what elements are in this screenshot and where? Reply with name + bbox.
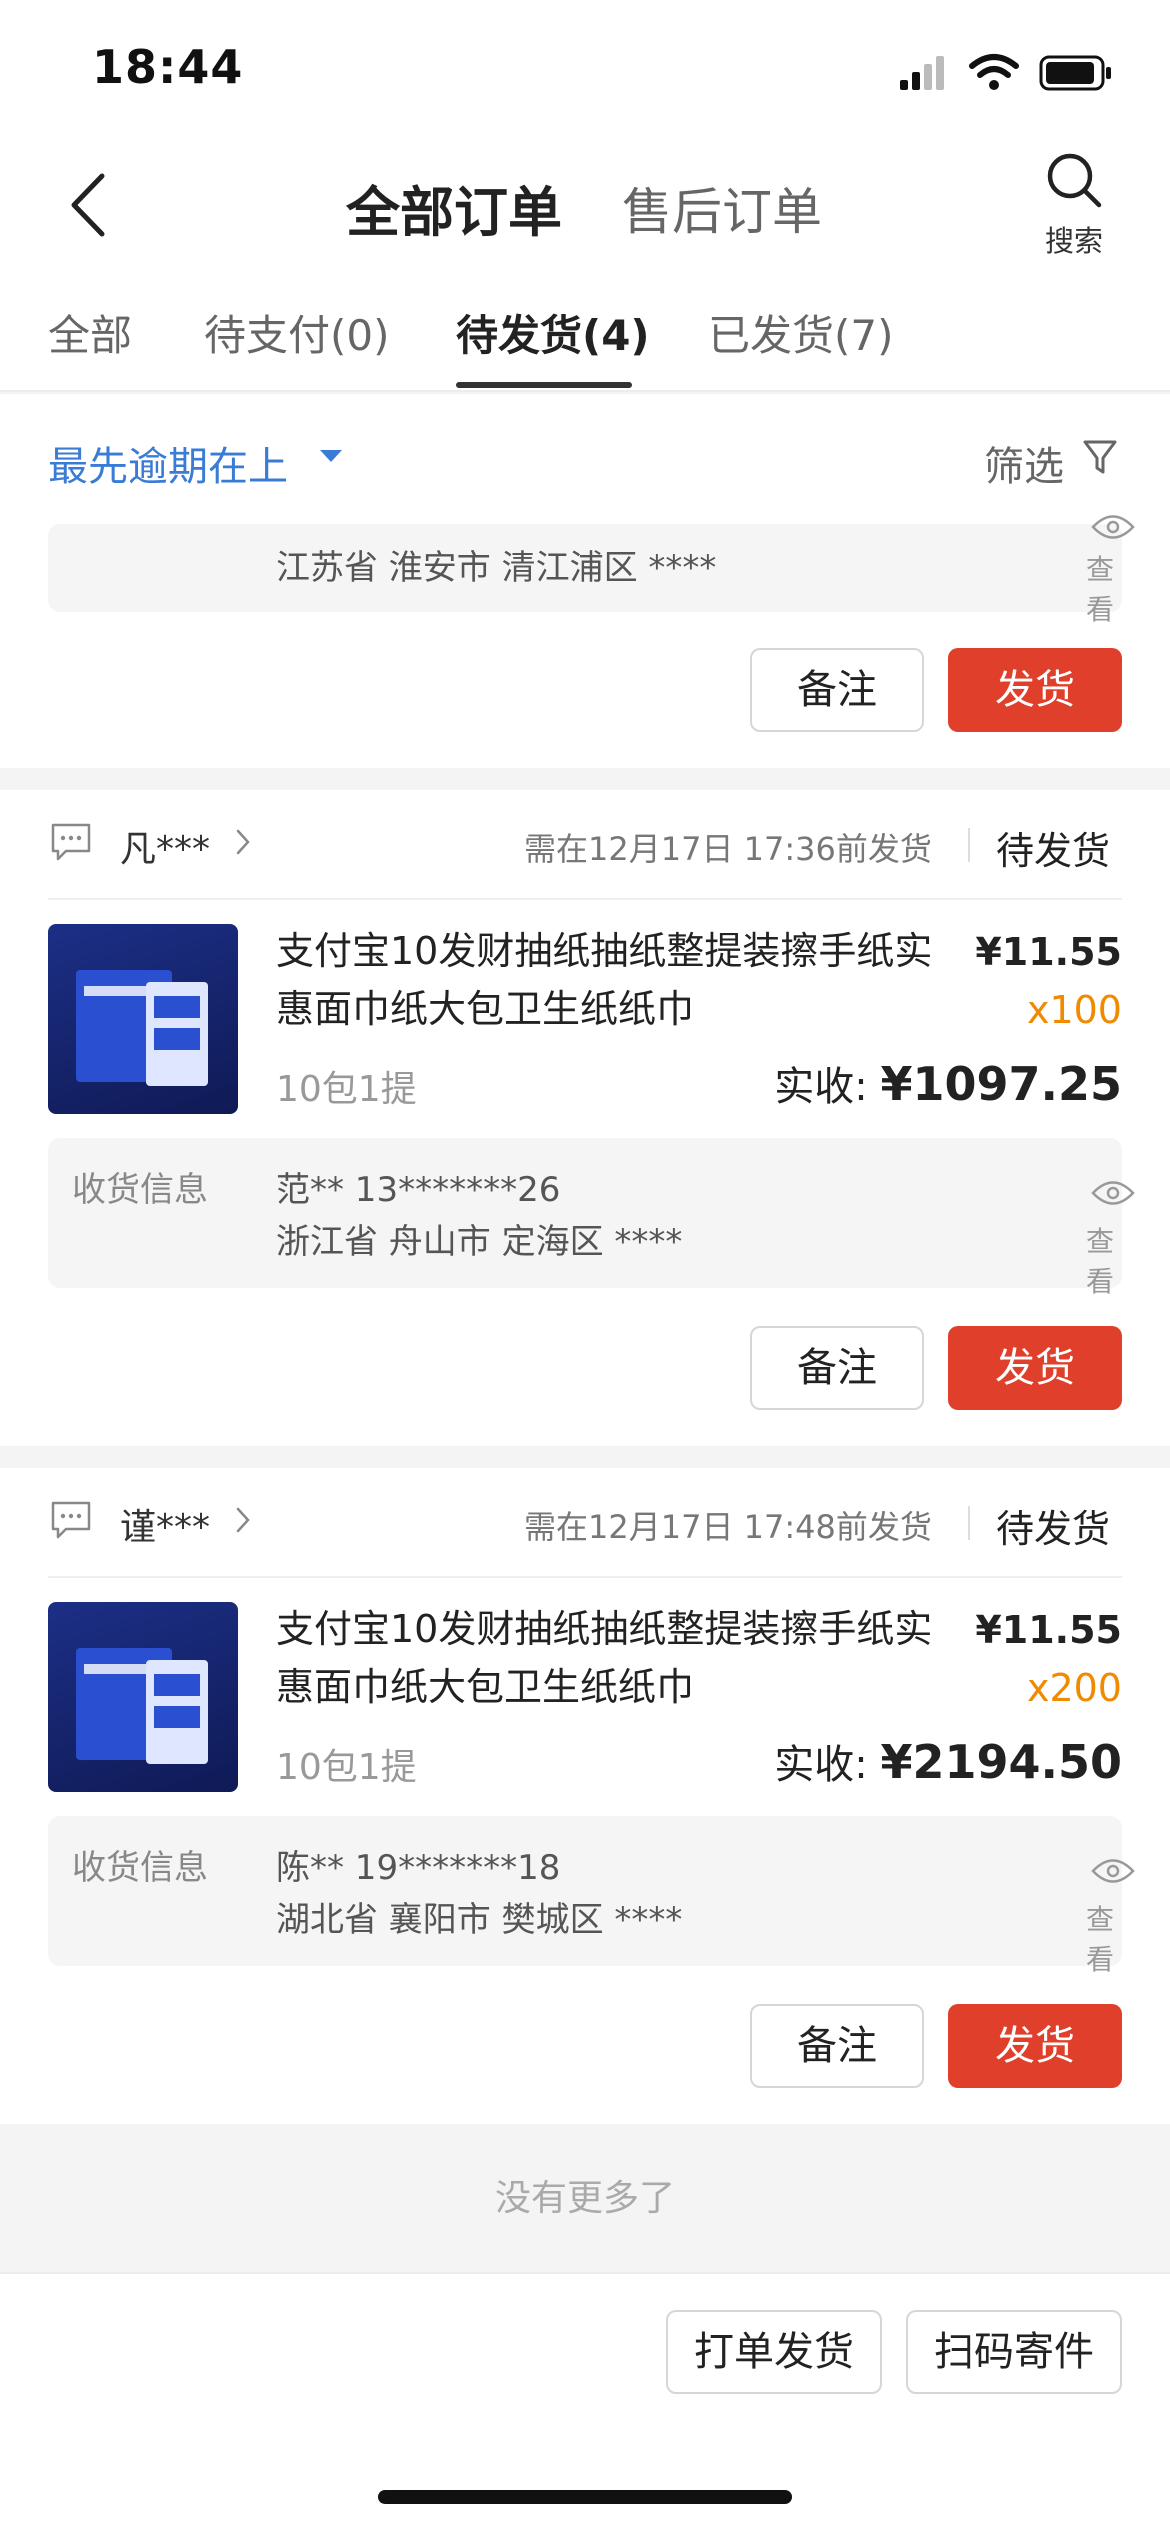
tab-all[interactable]: 全部 [48,302,132,363]
status-time: 18:44 [92,40,244,94]
note-button[interactable]: 备注 [750,2004,924,2088]
shipping-info-box: 收货信息 范** 13*******26 浙江省 舟山市 定海区 **** 查看 [48,1138,1135,1298]
sort-dropdown[interactable]: 最先逾期在上 [48,434,288,492]
product-thumbnail[interactable] [48,924,238,1114]
search-icon [1047,153,1102,208]
paid-amount: 实收: ¥2194.50 [774,1732,1122,1790]
product-qty: x200 [1026,1666,1122,1710]
view-label[interactable]: 查看 [1086,1220,1122,1300]
header: 18:44 全部订单 售后订单 搜索 全部 待支付(0) 待发货(4) 已发货(… [0,0,1170,392]
eye-icon[interactable] [1090,1856,1136,1886]
caret-down-icon[interactable] [320,450,342,462]
chevron-right-icon[interactable] [234,1506,252,1534]
ship-button[interactable]: 发货 [948,1326,1122,1410]
print-ship-button[interactable]: 打单发货 [666,2310,882,2394]
buyer-name[interactable]: 谨*** [120,1498,210,1550]
tab-all-orders[interactable]: 全部订单 [346,168,562,247]
wifi-icon [969,54,1019,90]
receiver-contact: 范** 13*******26 [276,1170,561,1210]
buyer-name[interactable]: 凡*** [120,820,210,872]
paid-value: ¥1097.25 [880,1057,1122,1111]
order-status: 待发货 [996,1507,1111,1551]
order-status: 待发货 [996,829,1111,873]
ship-deadline: 需在12月17日 17:36前发货 [524,830,932,868]
status-icons [900,54,1111,91]
divider [968,1506,970,1540]
view-label[interactable]: 查看 [1086,1898,1122,1978]
note-button[interactable]: 备注 [750,1326,924,1410]
order-card: 凡*** 需在12月17日 17:36前发货 待发货 支付宝10发财抽纸抽纸整提… [0,790,1170,1446]
product-spec: 10包1提 [276,1069,417,1110]
chevron-right-icon[interactable] [234,828,252,856]
note-button[interactable]: 备注 [750,648,924,732]
shipping-address: 江苏省 淮安市 清江浦区 **** [276,548,717,588]
product-title[interactable]: 支付宝10发财抽纸抽纸整提装擦手纸实惠面巾纸大包卫生纸纸巾 [276,1600,936,1716]
divider [968,828,970,862]
product-price: ¥11.55 [975,930,1122,974]
order-card-partial: 江苏省 淮安市 清江浦区 **** 查看 备注 发货 [0,515,1170,768]
shipping-info-box: 江苏省 淮安市 清江浦区 **** 查看 [48,515,1135,626]
shipping-info-box: 收货信息 陈** 19*******18 湖北省 襄阳市 樊城区 **** 查看 [48,1816,1135,1976]
receiver-contact: 陈** 19*******18 [276,1848,561,1888]
paid-label: 实收: [774,1742,868,1788]
eye-icon[interactable] [1090,1178,1136,1208]
paid-amount: 实收: ¥1097.25 [774,1054,1122,1112]
tab-after-sales[interactable]: 售后订单 [622,172,822,244]
active-tab-indicator [456,382,632,388]
product-price: ¥11.55 [975,1608,1122,1652]
product-qty: x100 [1026,988,1122,1032]
shipping-address: 湖北省 襄阳市 樊城区 **** [276,1900,683,1940]
product-thumbnail[interactable] [48,1602,238,1792]
scan-send-button[interactable]: 扫码寄件 [906,2310,1122,2394]
filter-button[interactable]: 筛选 [984,434,1064,492]
filter-icon[interactable] [1082,438,1118,478]
ship-button[interactable]: 发货 [948,648,1122,732]
chat-icon[interactable] [50,1500,92,1540]
tab-shipped[interactable]: 已发货(7) [708,302,894,363]
ship-button[interactable]: 发货 [948,2004,1122,2088]
back-icon[interactable] [64,170,114,240]
paid-label: 实收: [774,1064,868,1110]
chat-icon[interactable] [50,822,92,862]
view-label[interactable]: 查看 [1086,548,1122,628]
product-spec: 10包1提 [276,1747,417,1788]
shipping-info-label: 收货信息 [72,1170,208,1210]
signal-icon [900,56,944,90]
search-button[interactable]: 搜索 [1030,150,1118,260]
shipping-address: 浙江省 舟山市 定海区 **** [276,1222,683,1262]
row-divider [48,898,1122,900]
ship-deadline: 需在12月17日 17:48前发货 [524,1508,932,1546]
row-divider [48,1576,1122,1578]
tab-pending-shipment[interactable]: 待发货(4) [456,302,650,363]
shipping-info-label: 收货信息 [72,1848,208,1888]
no-more-text: 没有更多了 [494,2178,675,2219]
paid-value: ¥2194.50 [880,1735,1122,1789]
battery-icon [1039,55,1111,91]
eye-icon[interactable] [1090,512,1136,542]
home-indicator [378,2490,792,2504]
tab-pending-payment[interactable]: 待支付(0) [204,302,390,363]
sort-bar: 最先逾期在上 筛选 [0,394,1170,524]
order-card: 谨*** 需在12月17日 17:48前发货 待发货 支付宝10发财抽纸抽纸整提… [0,1468,1170,2124]
product-title[interactable]: 支付宝10发财抽纸抽纸整提装擦手纸实惠面巾纸大包卫生纸纸巾 [276,922,936,1038]
search-label: 搜索 [1044,224,1103,258]
